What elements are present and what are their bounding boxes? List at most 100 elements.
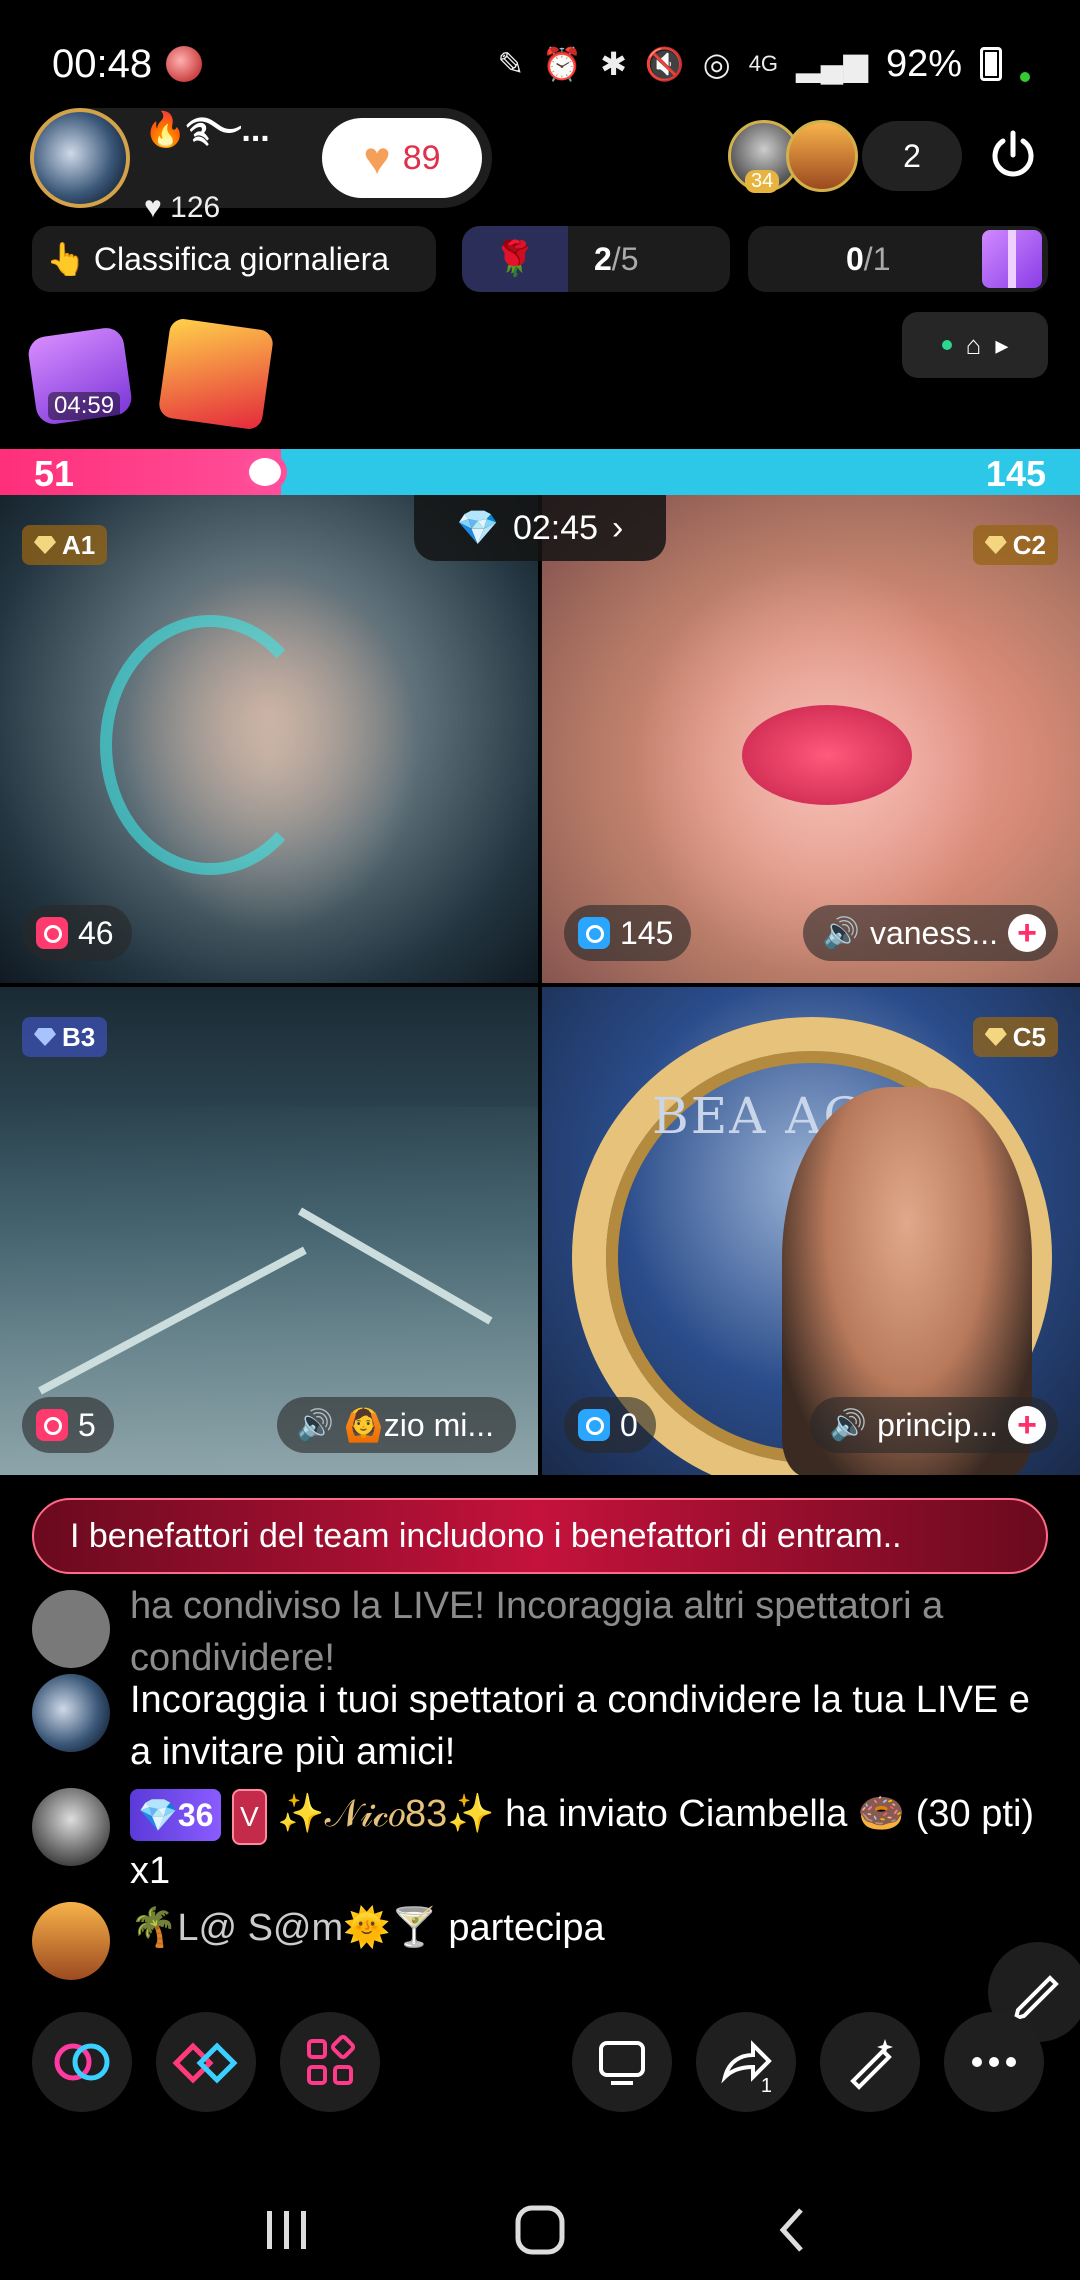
apps-grid-button[interactable] [280,2012,380,2112]
left-team-score: 51 [34,453,75,494]
guest-name-pill[interactable]: 🔊 🙆zio mi... [276,1397,516,1453]
signal-icon: ▂▄▆ [796,46,868,82]
bluetooth-icon: ✱ [600,46,627,82]
team-tag: B3 [22,1017,108,1057]
effects-button[interactable] [572,2012,672,2112]
more-options-button[interactable] [944,2012,1044,2112]
recent-apps-icon[interactable] [257,2205,317,2255]
gift-goal-button[interactable]: 🌹 2/5 [462,226,730,292]
share-count: 1 [760,2075,772,2097]
rose-gift-icon: 🌹 [462,226,568,292]
viewer-avatar[interactable] [786,120,858,192]
match-timer: 02:45 [512,508,599,547]
right-team-score: 145 [985,453,1046,494]
grid-icon [307,2034,356,2085]
diamond-icon [984,1028,1007,1046]
guest-name-pill[interactable]: 🔊 vaness... + [802,905,1058,961]
multi-guest-button[interactable] [156,2012,256,2112]
guest-tile[interactable]: C2 145 🔊 vaness... + [542,495,1080,983]
home-icon: ⌂ [965,329,982,360]
wand-icon [850,2039,893,2090]
chat-avatar[interactable] [32,1902,110,1980]
status-bar: 00:48 ✎ ⏰ ✱ 🔇 ◎ 4G ▂▄▆ 92% [0,0,1080,100]
viewer-rank-badge: 34 [745,170,780,193]
hotspot-icon: ◎ [702,46,731,82]
timed-reward-item[interactable]: 04:59 [26,325,134,427]
viewer-list[interactable]: 34 2 [728,120,962,193]
gift-count-pill[interactable]: 5 [22,1397,114,1453]
mute-icon: 🔇 [644,46,685,82]
magic-wand-button[interactable] [820,2012,920,2112]
host-likes: ♥ 126 [144,191,270,225]
gift-icon [36,1409,68,1441]
treasure-progress: 0/1 [846,240,891,277]
vip-badge: V [232,1789,267,1845]
home-button-icon[interactable] [510,2200,570,2260]
live-dot-icon [941,340,952,350]
link-icon [54,2043,110,2081]
gift-goal-progress: 2/5 [594,240,639,277]
cohost-link-button[interactable] [32,2012,132,2112]
video-frame [742,705,912,805]
match-timer-button[interactable]: 💎 02:45 › [414,495,666,561]
chat-text: 🌴L@ S@m🌞🍸 partecipa [130,1902,1046,1980]
team-tag: C5 [972,1017,1058,1057]
play-icon: ▸ [995,329,1009,360]
treasure-progress-button[interactable]: 0/1 [748,226,1048,292]
team-tag: C2 [972,525,1058,565]
fire-icon: 👆 [46,241,86,277]
team-tag: A1 [22,525,108,565]
diamond-icon [34,536,56,554]
chat-username[interactable]: 🌴L@ S@m🌞🍸 [130,1907,438,1949]
guest-tile[interactable]: A1 46 [0,495,538,983]
score-divider-icon [243,452,287,492]
headphone-ring [100,615,320,875]
gift-count: 46 [78,914,114,951]
chat-avatar[interactable] [32,1674,110,1752]
follow-plus-button[interactable]: + [1008,1406,1046,1444]
mini-player-control[interactable]: ⌂ ▸ [902,312,1048,378]
chat-text: ha condiviso la LIVE! Incoraggia altri s… [130,1585,944,1679]
chat-avatar[interactable] [32,1590,110,1668]
daily-ranking-label: Classifica giornaliera [93,240,390,277]
share-button[interactable]: 1 [696,2012,796,2112]
gift-count-pill[interactable]: 46 [22,905,132,961]
guest-name: 🙆zio mi... [343,1407,494,1443]
follow-plus-button[interactable]: + [1008,914,1046,952]
diamond-pair-icon [172,2042,238,2084]
host-card[interactable]: 🔥࿐... ♥ 126 ♥ 89 [30,108,492,224]
gift-icon [578,1409,610,1441]
app-notification-icon [166,46,203,82]
gift-count-pill[interactable]: 0 [564,1397,656,1453]
team-info-banner[interactable]: I benefattori del team includono i benef… [32,1498,1048,1574]
chat-text: 💎36 V ✨𝒩𝒾𝒸𝑜83✨ ha inviato Ciambella 🍩 (3… [130,1788,1046,1897]
viewer-count[interactable]: 2 [862,121,962,191]
host-avatar[interactable] [30,108,130,208]
clock: 00:48 [52,41,153,86]
chat-username[interactable]: ✨𝒩𝒾𝒸𝑜83✨ [277,1793,494,1835]
guest-video-grid: A1 46 C2 145 🔊 vaness... + B3 5 🔊 🙆zio mi..… [0,495,1080,1475]
chevron-right-icon: › [612,508,624,547]
guest-tile[interactable]: BEA AG C5 0 🔊 princip... + [542,987,1080,1475]
guest-name-pill[interactable]: 🔊 princip... + [809,1397,1058,1453]
chat-message: ha condiviso la LIVE! Incoraggia altri s… [32,1585,1046,1684]
face-card-icon [599,2041,645,2085]
daily-ranking-button[interactable]: 👆 Classifica giornaliera [32,226,436,292]
battery-percent: 92% [885,42,962,85]
network-type: 4G [748,51,779,76]
power-icon[interactable] [980,122,1046,188]
bottom-toolbar: 1 [32,2012,1048,2112]
alarm-icon: ⏰ [542,46,583,82]
gift-count: 145 [620,914,674,951]
follow-heart-button[interactable]: ♥ 89 [322,118,482,198]
battery-icon [980,47,1002,81]
speaker-icon: 🔊 [829,1408,868,1442]
gift-icon [36,917,68,949]
guest-tile[interactable]: B3 5 🔊 🙆zio mi... [0,987,538,1475]
heart-icon: ♥ [363,132,391,184]
gift-count-pill[interactable]: 145 [564,905,692,961]
guest-name: princip... [877,1406,998,1443]
treasure-chest-icon[interactable] [157,317,275,431]
chat-avatar[interactable] [32,1788,110,1866]
back-icon[interactable] [763,2200,823,2260]
